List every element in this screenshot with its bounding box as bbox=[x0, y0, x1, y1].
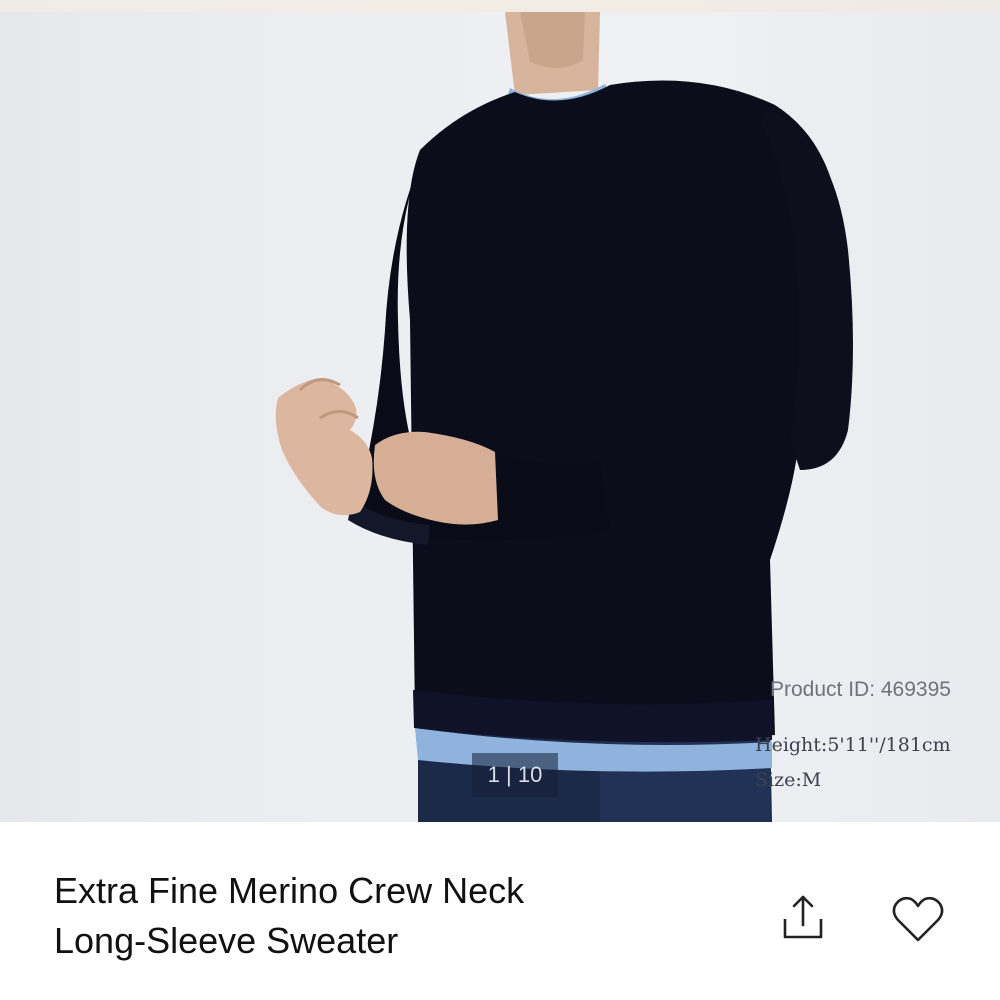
product-title-line-2: Long-Sleeve Sweater bbox=[54, 920, 399, 961]
share-button[interactable] bbox=[773, 889, 833, 949]
product-page: 1 | 10 Product ID: 469395 Height:5'11''/… bbox=[0, 0, 1000, 1000]
product-title: Extra Fine Merino Crew Neck Long-Sleeve … bbox=[54, 866, 714, 966]
product-image-gallery[interactable]: 1 | 10 Product ID: 469395 Height:5'11''/… bbox=[0, 0, 1000, 822]
favorite-button[interactable] bbox=[888, 890, 948, 950]
model-height-label: Height:5'11''/181cm bbox=[755, 734, 951, 756]
image-counter: 1 | 10 bbox=[472, 753, 558, 797]
share-icon bbox=[783, 895, 823, 939]
model-size-label: Size:M bbox=[755, 769, 822, 791]
product-title-line-1: Extra Fine Merino Crew Neck bbox=[54, 870, 525, 911]
heart-icon bbox=[892, 896, 944, 942]
product-id-label: Product ID: 469395 bbox=[770, 678, 951, 701]
product-header: Extra Fine Merino Crew Neck Long-Sleeve … bbox=[0, 822, 1000, 1000]
model-info: Height:5'11''/181cm Size:M bbox=[755, 728, 951, 798]
